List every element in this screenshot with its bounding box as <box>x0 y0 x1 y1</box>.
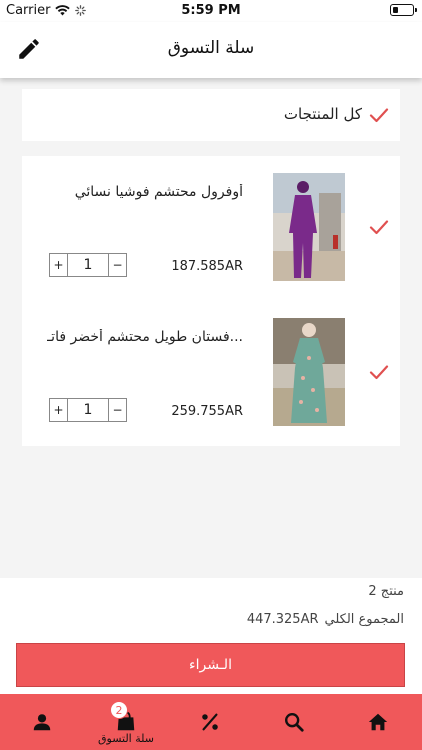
cart-count-badge: 2 <box>110 701 128 719</box>
product-image[interactable] <box>273 318 345 426</box>
decrease-quantity-button[interactable]: − <box>108 254 126 276</box>
product-name[interactable]: أوفرول محتشم فوشيا نسائي <box>43 184 243 200</box>
product-photo <box>273 318 345 426</box>
total-row: المجموع الكلي 447.325AR <box>247 612 404 627</box>
battery-icon <box>390 4 417 16</box>
product-photo <box>273 173 345 281</box>
clock: 5:59 PM <box>181 3 241 18</box>
item-checkmark-icon[interactable] <box>368 361 390 383</box>
cart-item: فستان طويل محتشم أخضر فاتـ... 259.755AR … <box>22 301 400 446</box>
decrease-quantity-button[interactable]: − <box>108 399 126 421</box>
cart-item: أوفرول محتشم فوشيا نسائي 187.585AR + 1 − <box>22 156 400 301</box>
person-icon <box>33 714 51 731</box>
quantity-stepper: + 1 − <box>49 398 127 422</box>
total-label: المجموع الكلي <box>324 612 405 627</box>
cart-items-list: أوفرول محتشم فوشيا نسائي 187.585AR + 1 − <box>22 156 400 446</box>
product-name[interactable]: فستان طويل محتشم أخضر فاتـ... <box>43 329 243 345</box>
checkout-button[interactable]: الـشراء <box>16 643 405 687</box>
cart-summary: 2 منتج المجموع الكلي 447.325AR الـشراء <box>0 578 422 694</box>
item-checkmark-icon[interactable] <box>368 216 390 238</box>
increase-quantity-button[interactable]: + <box>50 399 68 421</box>
tab-home[interactable] <box>336 694 420 750</box>
status-bar: Carrier 5:59 PM <box>0 0 422 22</box>
nav-bar: سلة التسوق <box>0 22 422 78</box>
home-icon <box>368 713 388 731</box>
quantity-value: 1 <box>83 257 93 273</box>
search-icon <box>285 713 304 732</box>
page-title: سلة التسوق <box>167 38 255 58</box>
pencil-icon <box>19 39 39 59</box>
quantity-stepper: + 1 − <box>49 253 127 277</box>
edit-button[interactable] <box>16 36 42 62</box>
tab-cart[interactable]: 2 سلة التسوق <box>84 694 168 750</box>
percent-icon <box>202 713 218 731</box>
tab-bar: 2 سلة التسوق <box>0 694 422 750</box>
tab-search[interactable] <box>252 694 336 750</box>
tab-profile[interactable] <box>0 694 84 750</box>
product-image[interactable] <box>273 173 345 281</box>
select-all-label: كل المنتجات <box>283 105 362 123</box>
increase-quantity-button[interactable]: + <box>50 254 68 276</box>
total-value: 447.325AR <box>246 612 319 627</box>
select-all-checkmark-icon[interactable] <box>368 104 390 126</box>
select-all-row[interactable]: كل المنتجات <box>22 89 400 141</box>
product-price: 259.755AR <box>171 404 243 419</box>
product-price: 187.585AR <box>171 259 243 274</box>
quantity-value: 1 <box>83 402 93 418</box>
item-count: 2 منتج <box>368 584 404 599</box>
tab-cart-label: سلة التسوق <box>97 732 154 745</box>
tab-offers[interactable] <box>168 694 252 750</box>
